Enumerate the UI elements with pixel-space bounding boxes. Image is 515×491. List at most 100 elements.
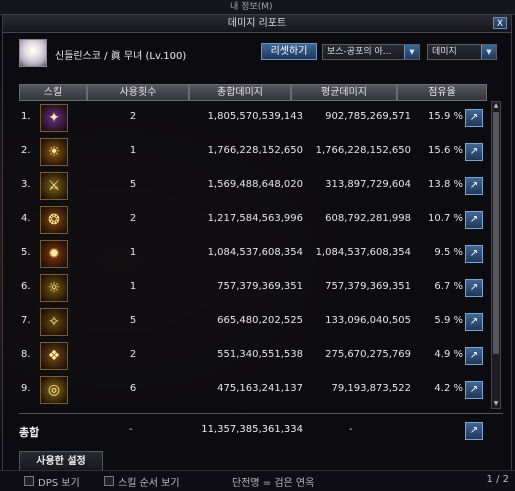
row-share: 15.6 % xyxy=(428,145,463,156)
export-icon: ↗ xyxy=(469,384,479,395)
table-row: 3. ⚔ 5 1,569,488,648,020 313,897,729,604 13.8… xyxy=(21,169,487,203)
chevron-down-icon: ▼ xyxy=(404,45,419,59)
skill-7-icon: ✧ xyxy=(40,308,68,336)
row-uses: 5 xyxy=(129,179,137,190)
row-detail-button[interactable]: ↗ xyxy=(465,245,483,263)
dps-checkbox[interactable] xyxy=(24,476,34,486)
row-uses: 1 xyxy=(129,247,137,258)
character-name: 신들린스코 / 眞 무녀 (Lv.100) xyxy=(55,51,187,62)
boss-select[interactable]: 보스-공포의 아... ▼ xyxy=(322,44,420,60)
table-row: 1. ✦ 2 1,805,570,539,143 902,785,269,571 15.9… xyxy=(21,101,487,135)
window-title: 데미지 리포트 xyxy=(227,18,287,29)
row-total-damage: 1,569,488,648,020 xyxy=(207,179,303,190)
boss-select-value: 보스-공포의 아... xyxy=(327,47,392,57)
column-header-uses: 사용횟수 xyxy=(87,84,189,101)
row-rank: 3. xyxy=(21,179,31,190)
used-settings-section: 사용한 설정 xyxy=(19,447,503,471)
divider xyxy=(19,413,503,414)
row-total-damage: 665,480,202,525 xyxy=(217,315,303,326)
column-header-avg: 평균데미지 xyxy=(291,84,397,101)
export-icon: ↗ xyxy=(469,214,479,225)
row-detail-button[interactable]: ↗ xyxy=(465,143,483,161)
column-header-skill: 스킬 xyxy=(19,84,87,101)
skill-5-icon: ✹ xyxy=(40,240,68,268)
row-avg-damage: 133,096,040,505 xyxy=(325,315,411,326)
table-row: 6. ☼ 1 757,379,369,351 757,379,369,351 6.7 % ↗ xyxy=(21,271,487,305)
row-uses: 2 xyxy=(129,349,137,360)
row-uses: 1 xyxy=(129,145,137,156)
skill-order-label: 스킬 순서 보기 xyxy=(118,478,180,489)
total-avg: - xyxy=(349,424,353,435)
row-avg-damage: 902,785,269,571 xyxy=(325,111,411,122)
export-icon: ↗ xyxy=(469,350,479,361)
row-share: 4.9 % xyxy=(434,349,463,360)
row-share: 15.9 % xyxy=(428,111,463,122)
total-row: 총합 - 11,357,385,361,334 - ↗ xyxy=(19,417,489,443)
row-uses: 1 xyxy=(129,281,137,292)
row-avg-damage: 275,670,275,769 xyxy=(325,349,411,360)
column-header-share: 점유율 xyxy=(397,84,487,101)
skill-8-icon: ❖ xyxy=(40,342,68,370)
row-detail-button[interactable]: ↗ xyxy=(465,177,483,195)
table-row: 9. ◎ 6 475,163,241,137 79,193,873,522 4.2 % ↗ xyxy=(21,373,487,407)
row-avg-damage: 79,193,873,522 xyxy=(331,383,411,394)
skill-6-icon: ☼ xyxy=(40,274,68,302)
row-share: 9.5 % xyxy=(434,247,463,258)
row-share: 6.7 % xyxy=(434,281,463,292)
row-total-damage: 1,084,537,608,354 xyxy=(207,247,303,258)
row-share: 5.9 % xyxy=(434,315,463,326)
row-rank: 2. xyxy=(21,145,31,156)
row-total-damage: 1,217,584,563,996 xyxy=(207,213,303,224)
scroll-up-icon[interactable]: ▲ xyxy=(492,102,500,110)
window-titlebar[interactable]: 데미지 리포트 X xyxy=(3,15,511,33)
metric-select-value: 데미지 xyxy=(432,47,457,57)
row-avg-damage: 1,084,537,608,354 xyxy=(315,247,411,258)
column-header-total: 총합데미지 xyxy=(189,84,291,101)
table-row: 7. ✧ 5 665,480,202,525 133,096,040,505 5.9 % ↗ xyxy=(21,305,487,339)
total-detail-button[interactable]: ↗ xyxy=(465,422,483,440)
export-icon: ↗ xyxy=(469,425,479,436)
row-detail-button[interactable]: ↗ xyxy=(465,381,483,399)
metric-select[interactable]: 데미지 ▼ xyxy=(427,44,497,60)
table-scrollbar[interactable]: ▲ ▼ xyxy=(491,101,501,409)
row-rank: 8. xyxy=(21,349,31,360)
row-avg-damage: 313,897,729,604 xyxy=(325,179,411,190)
row-detail-button[interactable]: ↗ xyxy=(465,313,483,331)
row-avg-damage: 757,379,369,351 xyxy=(325,281,411,292)
table-row: 4. ❂ 2 1,217,584,563,996 608,792,281,998 10.7… xyxy=(21,203,487,237)
row-detail-button[interactable]: ↗ xyxy=(465,211,483,229)
row-detail-button[interactable]: ↗ xyxy=(465,347,483,365)
row-uses: 2 xyxy=(129,111,137,122)
scroll-down-icon[interactable]: ▼ xyxy=(492,400,500,408)
row-total-damage: 1,766,228,152,650 xyxy=(207,145,303,156)
tab-used-settings[interactable]: 사용한 설정 xyxy=(19,451,103,471)
row-rank: 1. xyxy=(21,111,31,122)
row-detail-button[interactable]: ↗ xyxy=(465,109,483,127)
skill-1-icon: ✦ xyxy=(40,104,68,132)
skill-4-icon: ❂ xyxy=(40,206,68,234)
close-button[interactable]: X xyxy=(493,17,507,29)
row-share: 4.2 % xyxy=(434,383,463,394)
dps-label: DPS 보기 xyxy=(38,478,80,489)
scroll-thumb[interactable] xyxy=(493,112,499,354)
export-icon: ↗ xyxy=(469,180,479,191)
row-rank: 7. xyxy=(21,315,31,326)
row-uses: 6 xyxy=(129,383,137,394)
avatar xyxy=(19,39,47,67)
skill-3-icon: ⚔ xyxy=(40,172,68,200)
row-total-damage: 757,379,369,351 xyxy=(217,281,303,292)
row-uses: 5 xyxy=(129,315,137,326)
export-icon: ↗ xyxy=(469,248,479,259)
total-uses: - xyxy=(129,424,133,435)
export-icon: ↗ xyxy=(469,146,479,157)
reset-button[interactable]: 리셋하기 xyxy=(261,43,317,60)
skill-9-icon: ◎ xyxy=(40,376,68,404)
background-window-title: 내 정보(M) xyxy=(230,2,273,12)
row-detail-button[interactable]: ↗ xyxy=(465,279,483,297)
row-avg-damage: 608,792,281,998 xyxy=(325,213,411,224)
export-icon: ↗ xyxy=(469,112,479,123)
total-damage: 11,357,385,361,334 xyxy=(201,424,303,435)
skill-order-checkbox[interactable] xyxy=(104,476,114,486)
row-avg-damage: 1,766,228,152,650 xyxy=(315,145,411,156)
table-row: 8. ❖ 2 551,340,551,538 275,670,275,769 4.9 % ↗ xyxy=(21,339,487,373)
